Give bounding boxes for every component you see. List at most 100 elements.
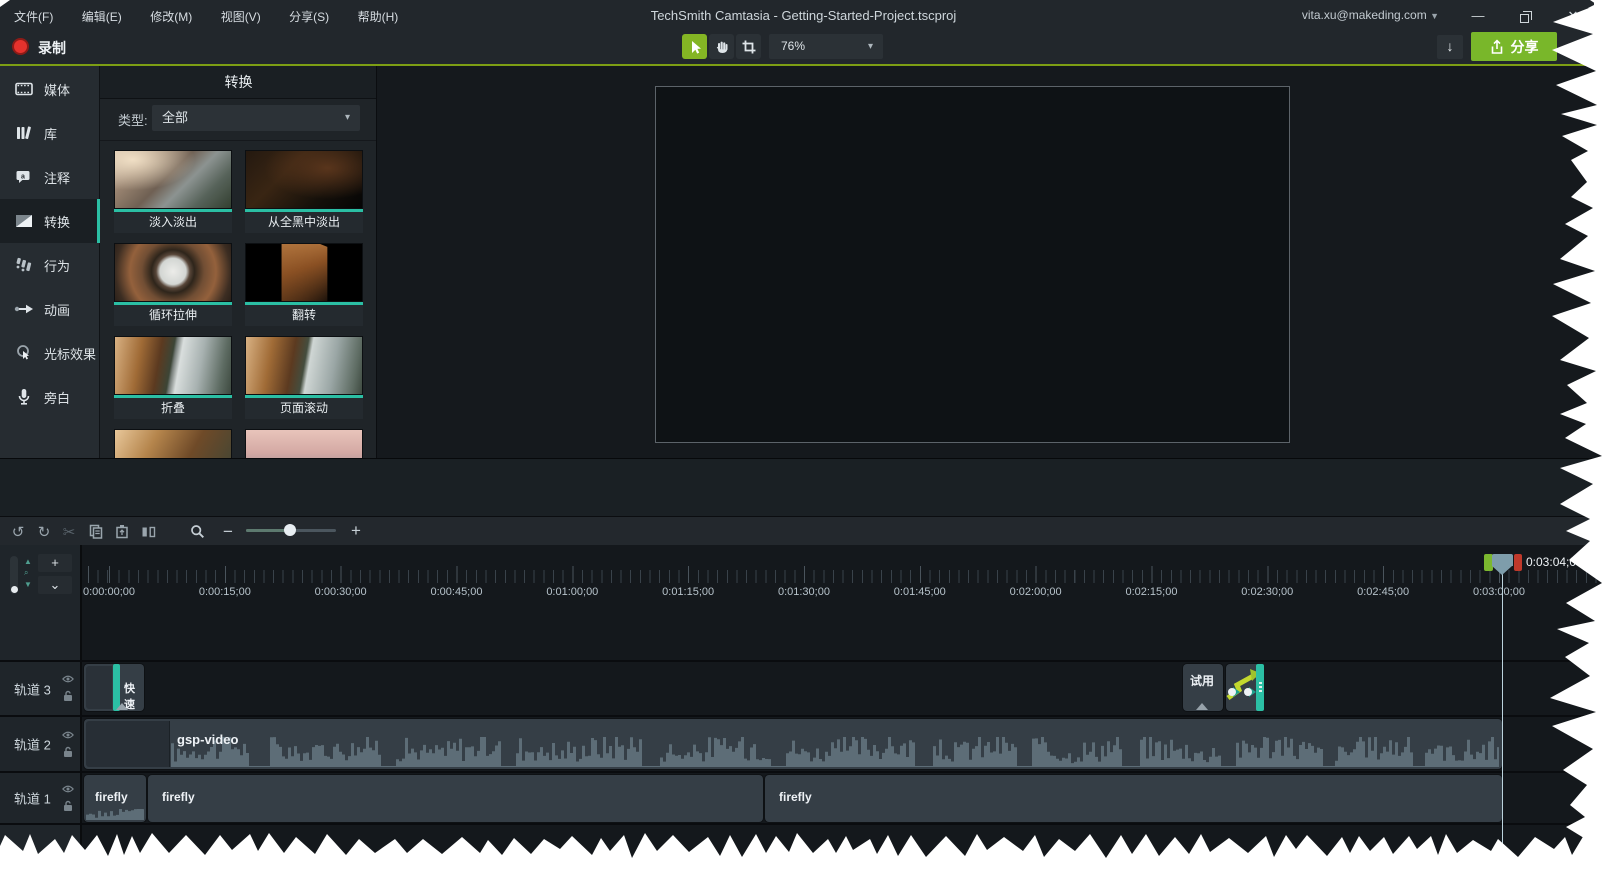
paste-button[interactable]	[110, 520, 134, 543]
lock-icon[interactable]	[63, 690, 73, 702]
eye-icon[interactable]	[62, 784, 74, 794]
transition-thumbnail	[245, 150, 363, 209]
zoom-out-button[interactable]: −	[216, 520, 240, 543]
transition-fade[interactable]: 淡入淡出	[114, 150, 232, 233]
transition-fade-from-black[interactable]: 从全黑中淡出	[245, 150, 363, 233]
timeline-zoom-slider-knob[interactable]	[284, 524, 296, 536]
clip-firefly-1[interactable]: firefly	[84, 775, 146, 822]
sidebar-item-annotations[interactable]: a 注释	[0, 155, 100, 199]
ruler-label: 0:02:45;00	[1338, 586, 1428, 598]
clip-thumbnail	[86, 666, 112, 709]
ruler-label: 0:00:30;00	[296, 586, 386, 598]
sidebar-item-library[interactable]: 库	[0, 111, 100, 155]
sidebar-item-media[interactable]: 媒体	[0, 67, 100, 111]
transition-page-scroll[interactable]: 页面滚动	[245, 336, 363, 419]
clip-marker[interactable]	[116, 703, 128, 710]
redo-button[interactable]: ↻	[32, 520, 56, 543]
transition-thumb-partial[interactable]	[245, 429, 363, 458]
playhead[interactable]	[1492, 554, 1513, 566]
track-header-1[interactable]: 轨道 1	[0, 773, 80, 823]
ruler-label: 0:02:30;00	[1222, 586, 1312, 598]
lock-icon[interactable]	[63, 800, 73, 812]
pointer-tool-button[interactable]	[682, 34, 707, 59]
sidebar-item-label: 行为	[44, 256, 70, 275]
clip-animation[interactable]	[1226, 664, 1260, 711]
panel-title: 转换	[100, 66, 377, 99]
add-track-button[interactable]: +	[38, 554, 72, 572]
undo-button[interactable]: ↺	[6, 520, 30, 543]
down-small-icon[interactable]: ▼	[24, 581, 32, 589]
sidebar-item-transitions[interactable]: 转换	[0, 199, 100, 243]
audio-waveform	[171, 735, 1499, 767]
up-small-icon[interactable]: ▲	[24, 558, 32, 566]
transition-ripple[interactable]: 循环拉伸	[114, 243, 232, 326]
transitions-panel: 转换 类型: 全部▾ 淡入淡出 从全黑中淡出 循环拉伸 翻转 折叠	[100, 66, 377, 458]
zoom-in-button[interactable]: +	[344, 519, 368, 542]
transition-thumb-partial[interactable]	[114, 429, 232, 458]
close-button[interactable]: ✕	[1558, 6, 1588, 26]
sidebar-item-cursor-effects[interactable]: 光标效果	[0, 331, 100, 375]
cut-button[interactable]: ✂	[57, 520, 81, 543]
camtasia-window: 文件(F) 编辑(E) 修改(M) 视图(V) 分享(S) 帮助(H) Tech…	[0, 0, 1607, 869]
ruler-label: 0:02:00;00	[991, 586, 1081, 598]
transition-thumbnail	[114, 150, 232, 209]
ruler-label: 0:01:45;00	[875, 586, 965, 598]
playhead-line[interactable]	[1502, 574, 1503, 869]
share-button[interactable]: 分享	[1471, 32, 1557, 61]
transition-thumbnail	[114, 336, 232, 395]
track-header-3[interactable]: 轨道 3	[0, 662, 80, 715]
restore-button[interactable]	[1509, 6, 1539, 26]
clip-gsp-video[interactable]: gsp-video	[84, 719, 1502, 769]
ruler-label: 0:02:15;00	[1106, 586, 1196, 598]
sidebar-item-narration[interactable]: 旁白	[0, 375, 100, 419]
type-select[interactable]: 全部▾	[152, 105, 360, 131]
crop-tool-button[interactable]	[736, 34, 761, 59]
clip-marker[interactable]	[1196, 703, 1208, 710]
transition-thumbnail	[114, 429, 232, 458]
canvas-zoom-select[interactable]: 76%▾	[769, 34, 883, 59]
sidebar-item-behaviors[interactable]: 行为	[0, 243, 100, 287]
lock-icon[interactable]	[63, 746, 73, 758]
sidebar-item-animations[interactable]: 动画	[0, 287, 100, 331]
transition-fold[interactable]: 折叠	[114, 336, 232, 419]
record-icon[interactable]	[12, 38, 29, 55]
track-options-button[interactable]: ⌄	[38, 576, 72, 594]
screenshot-root: 文件(F) 编辑(E) 修改(M) 视图(V) 分享(S) 帮助(H) Tech…	[0, 0, 1607, 869]
track-height-knob[interactable]	[11, 586, 18, 593]
clip-annotation-kuaisu[interactable]: 快速	[84, 664, 144, 711]
main-toolbar: 录制 76%▾ ↓ 分享	[0, 30, 1607, 64]
animation-arrows-icon	[1226, 664, 1260, 711]
clip-firefly-2[interactable]: firefly	[148, 775, 763, 822]
timeline-toolbar: ↺ ↻ ✂ −	[0, 516, 1607, 545]
account-menu[interactable]: vita.xu@makeding.com ▼	[1302, 8, 1439, 22]
clip-label: firefly	[779, 790, 812, 804]
eye-icon[interactable]	[62, 730, 74, 740]
track-header-2[interactable]: 轨道 2	[0, 717, 80, 771]
clip-label: firefly	[162, 790, 195, 804]
ruler-label: 0:01:00;00	[527, 586, 617, 598]
playhead-out-handle[interactable]	[1514, 554, 1522, 571]
pan-tool-button[interactable]	[709, 34, 734, 59]
eye-icon[interactable]	[62, 674, 74, 684]
clip-trim-handle[interactable]	[1256, 664, 1264, 711]
timeline-ruler[interactable]: 0:00:00;000:00:15;000:00:30;000:00:45;00…	[80, 545, 1607, 605]
library-icon	[14, 124, 34, 142]
sidebar-item-label: 注释	[44, 168, 70, 187]
canvas-stage[interactable]	[655, 86, 1290, 443]
divider	[0, 771, 1607, 773]
split-button[interactable]	[136, 520, 160, 543]
transition-flip[interactable]: 翻转	[245, 243, 363, 326]
minimize-button[interactable]: —	[1463, 6, 1493, 26]
clip-firefly-3[interactable]: firefly	[765, 775, 1502, 822]
clip-thumbnail	[86, 721, 170, 767]
annotation-icon: a	[14, 168, 34, 186]
download-button[interactable]: ↓	[1437, 35, 1463, 59]
transition-label: 循环拉伸	[114, 305, 232, 326]
record-button[interactable]: 录制	[38, 38, 66, 58]
media-icon	[14, 80, 34, 98]
behaviors-icon	[14, 256, 34, 274]
ruler-label: 0:00:45;00	[411, 586, 501, 598]
pointer-icon	[687, 39, 703, 55]
copy-button[interactable]	[84, 520, 108, 543]
divider	[80, 545, 82, 869]
